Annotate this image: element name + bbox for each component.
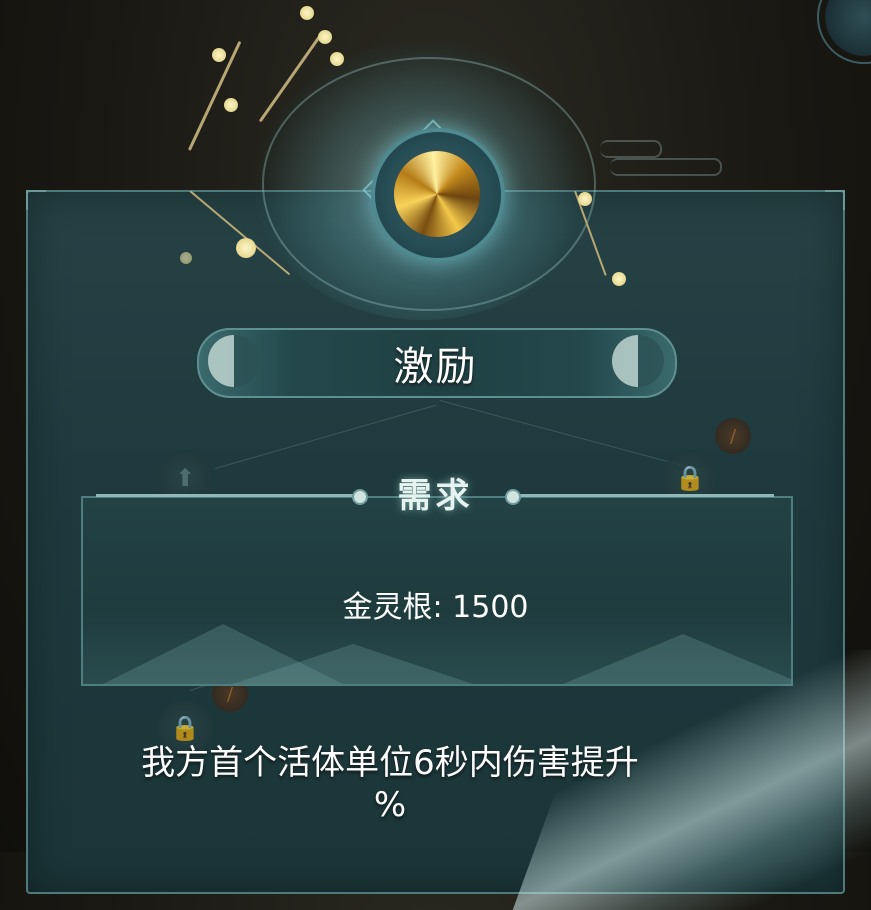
fire-icon: / <box>729 425 737 447</box>
blossom-decoration <box>300 6 314 20</box>
panel-corner <box>26 190 46 210</box>
fire-icon: / <box>226 683 234 705</box>
blossom-decoration <box>578 192 592 206</box>
panel-corner <box>825 190 845 210</box>
blossom-decoration <box>236 238 256 258</box>
cloud-decoration <box>600 140 662 158</box>
skill-title: 激励 <box>393 344 478 390</box>
requirement-value: 金灵根: 1500 <box>342 590 529 625</box>
lock-icon: 🔒 <box>170 714 200 742</box>
mountain-decoration <box>233 644 473 684</box>
blossom-decoration <box>330 52 344 66</box>
blossom-decoration <box>612 272 626 286</box>
blossom-decoration <box>212 48 226 62</box>
gold-element-orb-icon[interactable] <box>391 148 483 240</box>
corner-orb-decoration <box>817 0 871 64</box>
blossom-decoration <box>180 252 192 264</box>
skill-node-fire[interactable]: / <box>715 418 751 454</box>
skill-detail-screen: ⬆ 🔒 🔒 / / 激励 需求 金灵根: 1500 我方首个活体单位6秒内伤害提… <box>0 0 871 910</box>
blossom-decoration <box>224 98 238 112</box>
requirement-header: 需求 <box>397 476 474 516</box>
cloud-decoration <box>610 158 722 176</box>
blossom-decoration <box>318 30 332 44</box>
